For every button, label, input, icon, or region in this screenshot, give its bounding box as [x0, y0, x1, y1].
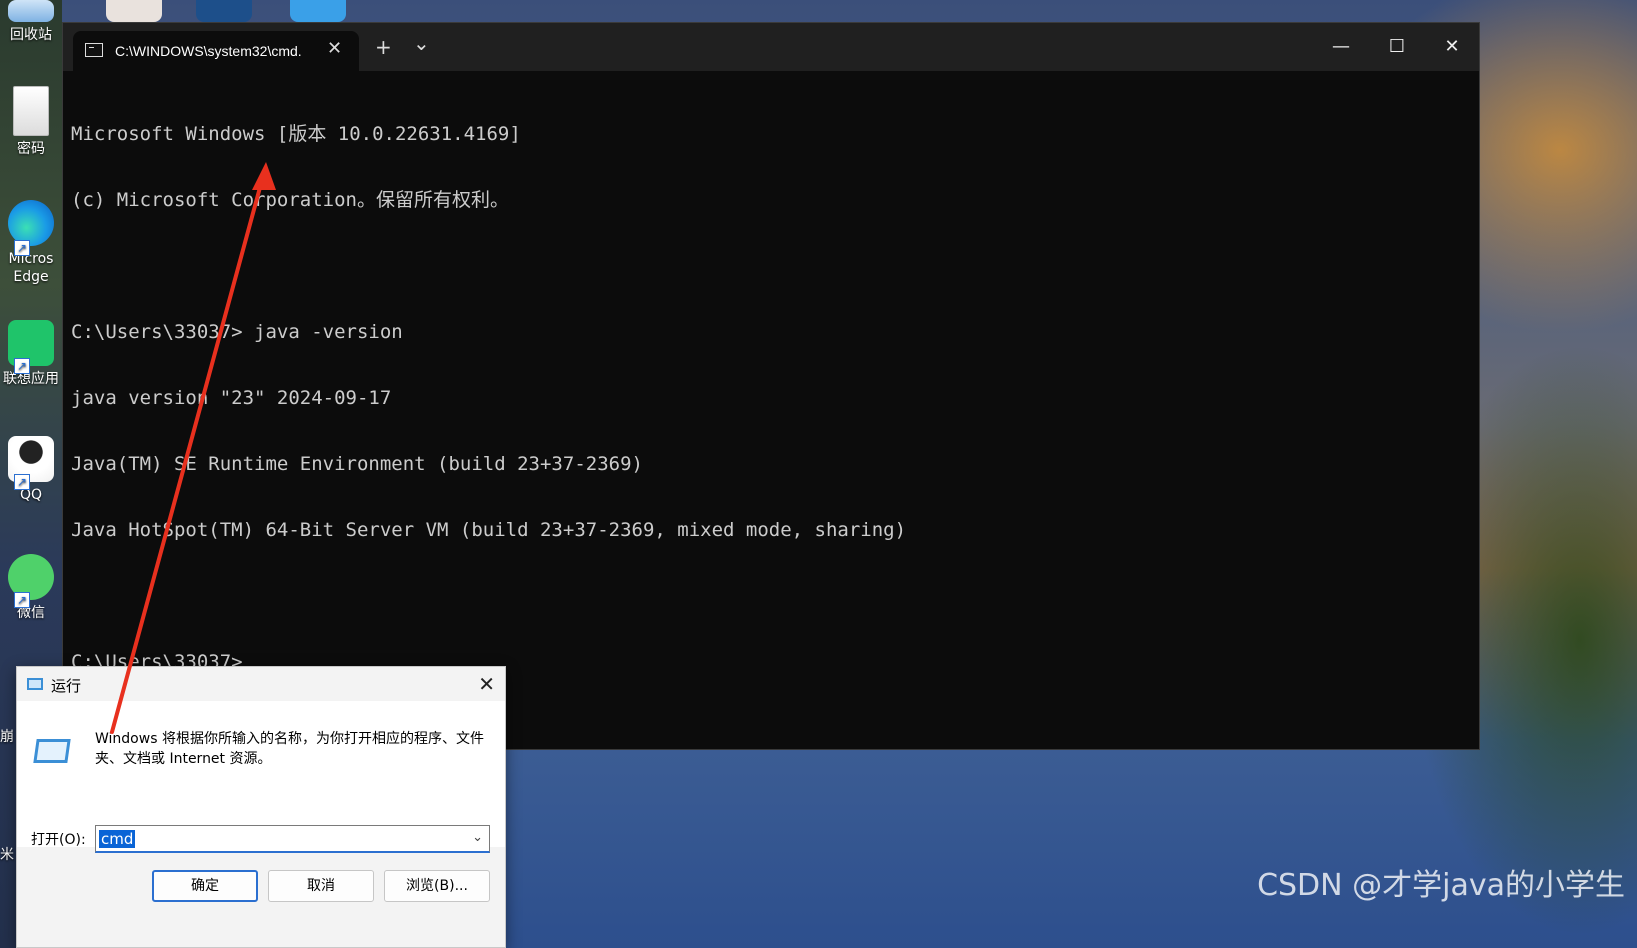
- desktop-icon-edge[interactable]: ↗ Micros Edge: [0, 200, 62, 286]
- console-line: java version "23" 2024-09-17: [71, 387, 392, 409]
- minimize-button[interactable]: —: [1318, 31, 1364, 63]
- desktop-icon-lenovo-app[interactable]: ↗ 联想应用: [0, 320, 62, 388]
- desktop-icon-label: QQ: [19, 487, 43, 503]
- open-label: 打开(O):: [31, 832, 86, 848]
- console-line: C:\Users\33037> java -version: [71, 321, 403, 343]
- partial-desktop-icon-3[interactable]: [290, 0, 346, 22]
- close-button[interactable]: ✕: [1429, 31, 1475, 63]
- csdn-watermark: CSDN @才学java的小学生: [1257, 868, 1625, 903]
- terminal-window[interactable]: C:\WINDOWS\system32\cmd. ✕ + ⌄ — ☐ ✕ Mic…: [62, 22, 1480, 750]
- shortcut-arrow-icon: ↗: [14, 240, 30, 256]
- maximize-button[interactable]: ☐: [1374, 31, 1420, 63]
- desktop-edge-text-1: 崩: [0, 729, 14, 745]
- shortcut-arrow-icon: ↗: [14, 474, 30, 490]
- tab-close-icon[interactable]: ✕: [327, 38, 342, 59]
- console-line: Microsoft Windows [版本 10.0.22631.4169]: [71, 123, 521, 145]
- run-description: Windows 将根据你所输入的名称，为你打开相应的程序、文件夹、文档或 Int…: [95, 731, 484, 767]
- partial-desktop-icon-2[interactable]: [196, 0, 252, 22]
- desktop-icon-label: 密码: [17, 141, 45, 157]
- tab-title: C:\WINDOWS\system32\cmd.: [115, 43, 302, 59]
- console-line: Java(TM) SE Runtime Environment (build 2…: [71, 453, 643, 475]
- terminal-titlebar[interactable]: C:\WINDOWS\system32\cmd. ✕ + ⌄ — ☐ ✕: [63, 23, 1479, 71]
- desktop-icon-label: 微信: [17, 605, 45, 621]
- console-line: Java HotSpot(TM) 64-Bit Server VM (build…: [71, 519, 907, 541]
- run-dialog-body: Windows 将根据你所输入的名称，为你打开相应的程序、文件夹、文档或 Int…: [17, 701, 505, 853]
- desktop-icon-label-line2: Edge: [13, 269, 49, 285]
- desktop-icon-recycle-bin[interactable]: 回收站: [0, 0, 62, 44]
- desktop-icon-label: 回收站: [10, 27, 52, 43]
- cancel-button[interactable]: 取消: [268, 870, 374, 902]
- desktop-edge-text-2: 米: [0, 847, 14, 863]
- run-dialog-titlebar[interactable]: 运行 ✕: [17, 667, 505, 701]
- console-line: (c) Microsoft Corporation。保留所有权利。: [71, 189, 509, 211]
- console-output[interactable]: Microsoft Windows [版本 10.0.22631.4169] (…: [71, 79, 1471, 717]
- shortcut-arrow-icon: ↗: [14, 592, 30, 608]
- partial-desktop-icon-1[interactable]: [106, 0, 162, 22]
- run-command-input[interactable]: cmd ⌄: [95, 825, 490, 853]
- run-dialog[interactable]: 运行 ✕ Windows 将根据你所输入的名称，为你打开相应的程序、文件夹、文档…: [16, 666, 506, 948]
- terminal-tab[interactable]: C:\WINDOWS\system32\cmd. ✕: [73, 31, 359, 71]
- desktop-icon-wechat[interactable]: ↗ 微信: [0, 554, 62, 622]
- desktop-icon-label: 联想应用: [3, 371, 59, 387]
- browse-button[interactable]: 浏览(B)...: [384, 870, 490, 902]
- recycle-bin-icon: [8, 0, 54, 22]
- text-file-icon: [13, 86, 49, 136]
- chevron-down-icon[interactable]: ⌄: [472, 830, 483, 845]
- run-icon: [27, 678, 43, 690]
- run-dialog-title: 运行: [51, 677, 82, 695]
- desktop-icon-qq[interactable]: ↗ QQ: [0, 436, 62, 504]
- ok-button[interactable]: 确定: [152, 870, 258, 902]
- shortcut-arrow-icon: ↗: [14, 358, 30, 374]
- run-program-icon: [33, 739, 71, 763]
- tab-dropdown-button[interactable]: ⌄: [413, 31, 430, 55]
- desktop-icon-label: Micros: [8, 251, 54, 267]
- cmd-icon: [85, 43, 103, 57]
- new-tab-button[interactable]: +: [375, 35, 392, 59]
- run-input-value[interactable]: cmd: [99, 830, 136, 848]
- desktop-icon-password-file[interactable]: 密码: [0, 86, 62, 158]
- close-icon[interactable]: ✕: [478, 672, 495, 696]
